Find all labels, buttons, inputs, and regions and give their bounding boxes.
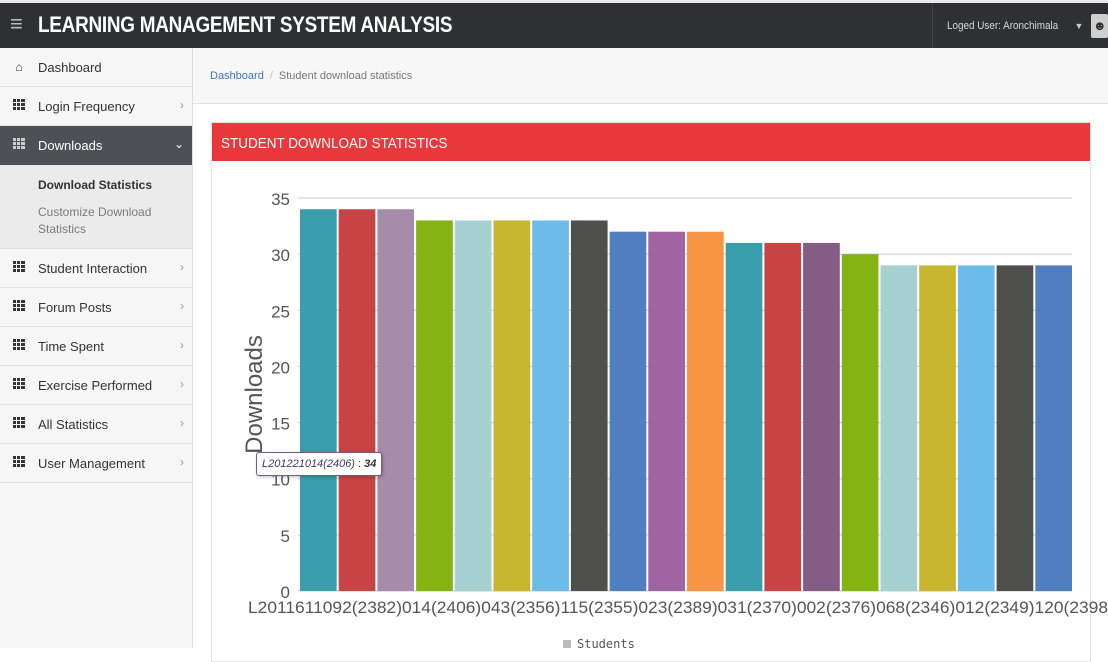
y-axis-label: Downloads: [241, 335, 268, 454]
y-tick-label: 25: [271, 302, 290, 321]
download-bar-chart: 05101520253035DownloadsL2011611092(2382)…: [241, 190, 1108, 648]
tooltip-student: L201221014(2406): [262, 458, 355, 470]
y-tick-label: 5: [281, 527, 290, 546]
bar[interactable]: [687, 231, 724, 591]
bar[interactable]: [996, 265, 1034, 591]
x-tick-labels: L2011611092(2382)014(2406)043(2356)115(2…: [248, 598, 1108, 617]
tooltip-value: 34: [364, 458, 377, 470]
y-tick-label: 35: [271, 190, 290, 209]
bar[interactable]: [570, 220, 608, 591]
bar[interactable]: [454, 220, 492, 591]
bar[interactable]: [841, 254, 879, 591]
legend-label: Students: [577, 637, 635, 648]
bar[interactable]: [609, 231, 647, 591]
bar[interactable]: [1035, 265, 1072, 591]
bar[interactable]: [532, 220, 569, 591]
y-tick-label: 15: [271, 415, 290, 434]
bar[interactable]: [648, 231, 685, 591]
bar[interactable]: [957, 265, 995, 591]
bar[interactable]: [377, 209, 415, 591]
chart-tooltip: L201221014(2406) : 34: [256, 452, 383, 476]
bar[interactable]: [416, 220, 453, 591]
bar[interactable]: [338, 209, 376, 591]
bar[interactable]: [493, 220, 531, 591]
bar[interactable]: [764, 242, 802, 591]
bar[interactable]: [919, 265, 956, 591]
legend-swatch: [563, 640, 571, 648]
bar[interactable]: [803, 242, 840, 591]
bar[interactable]: [300, 209, 337, 591]
bar[interactable]: [880, 265, 918, 591]
bar[interactable]: [725, 242, 763, 591]
y-tick-label: 20: [271, 358, 290, 377]
y-tick-label: 30: [271, 246, 290, 265]
